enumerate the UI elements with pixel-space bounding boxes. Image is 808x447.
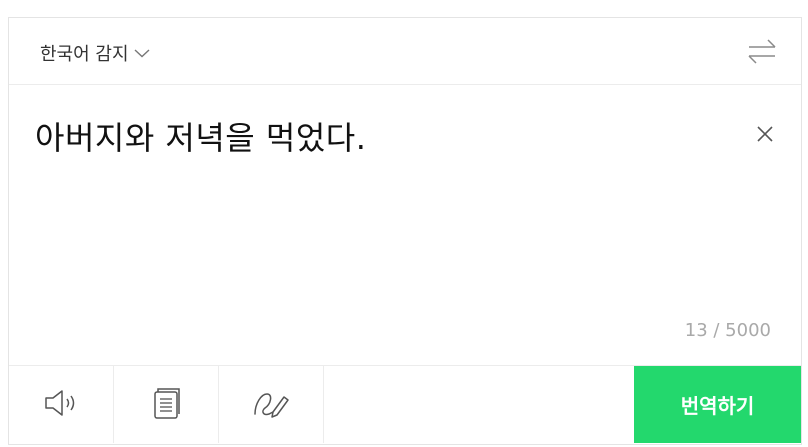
handwriting-icon [251, 386, 291, 424]
swap-languages-icon[interactable] [747, 38, 777, 68]
bottom-toolbar: 번역하기 [9, 365, 801, 444]
chevron-down-icon [134, 48, 150, 58]
source-language-label: 한국어 감지 [40, 44, 129, 65]
language-bar: 한국어 감지 [9, 18, 801, 85]
translate-button[interactable]: 번역하기 [634, 366, 801, 443]
source-language-selector[interactable]: 한국어 감지 [40, 40, 150, 66]
source-text-input[interactable]: 아버지와 저녁을 먹었다. [35, 122, 735, 154]
dictionary-icon [150, 386, 182, 424]
speaker-icon [43, 387, 79, 423]
dictionary-button[interactable] [114, 366, 219, 443]
character-counter: 13 / 5000 [684, 320, 771, 341]
translator-panel: 한국어 감지 아버지와 저녁을 먹었다. 13 / 5000 번역하기 [8, 17, 802, 445]
close-icon[interactable] [756, 125, 774, 147]
handwriting-button[interactable] [219, 366, 324, 443]
listen-button[interactable] [9, 366, 114, 443]
